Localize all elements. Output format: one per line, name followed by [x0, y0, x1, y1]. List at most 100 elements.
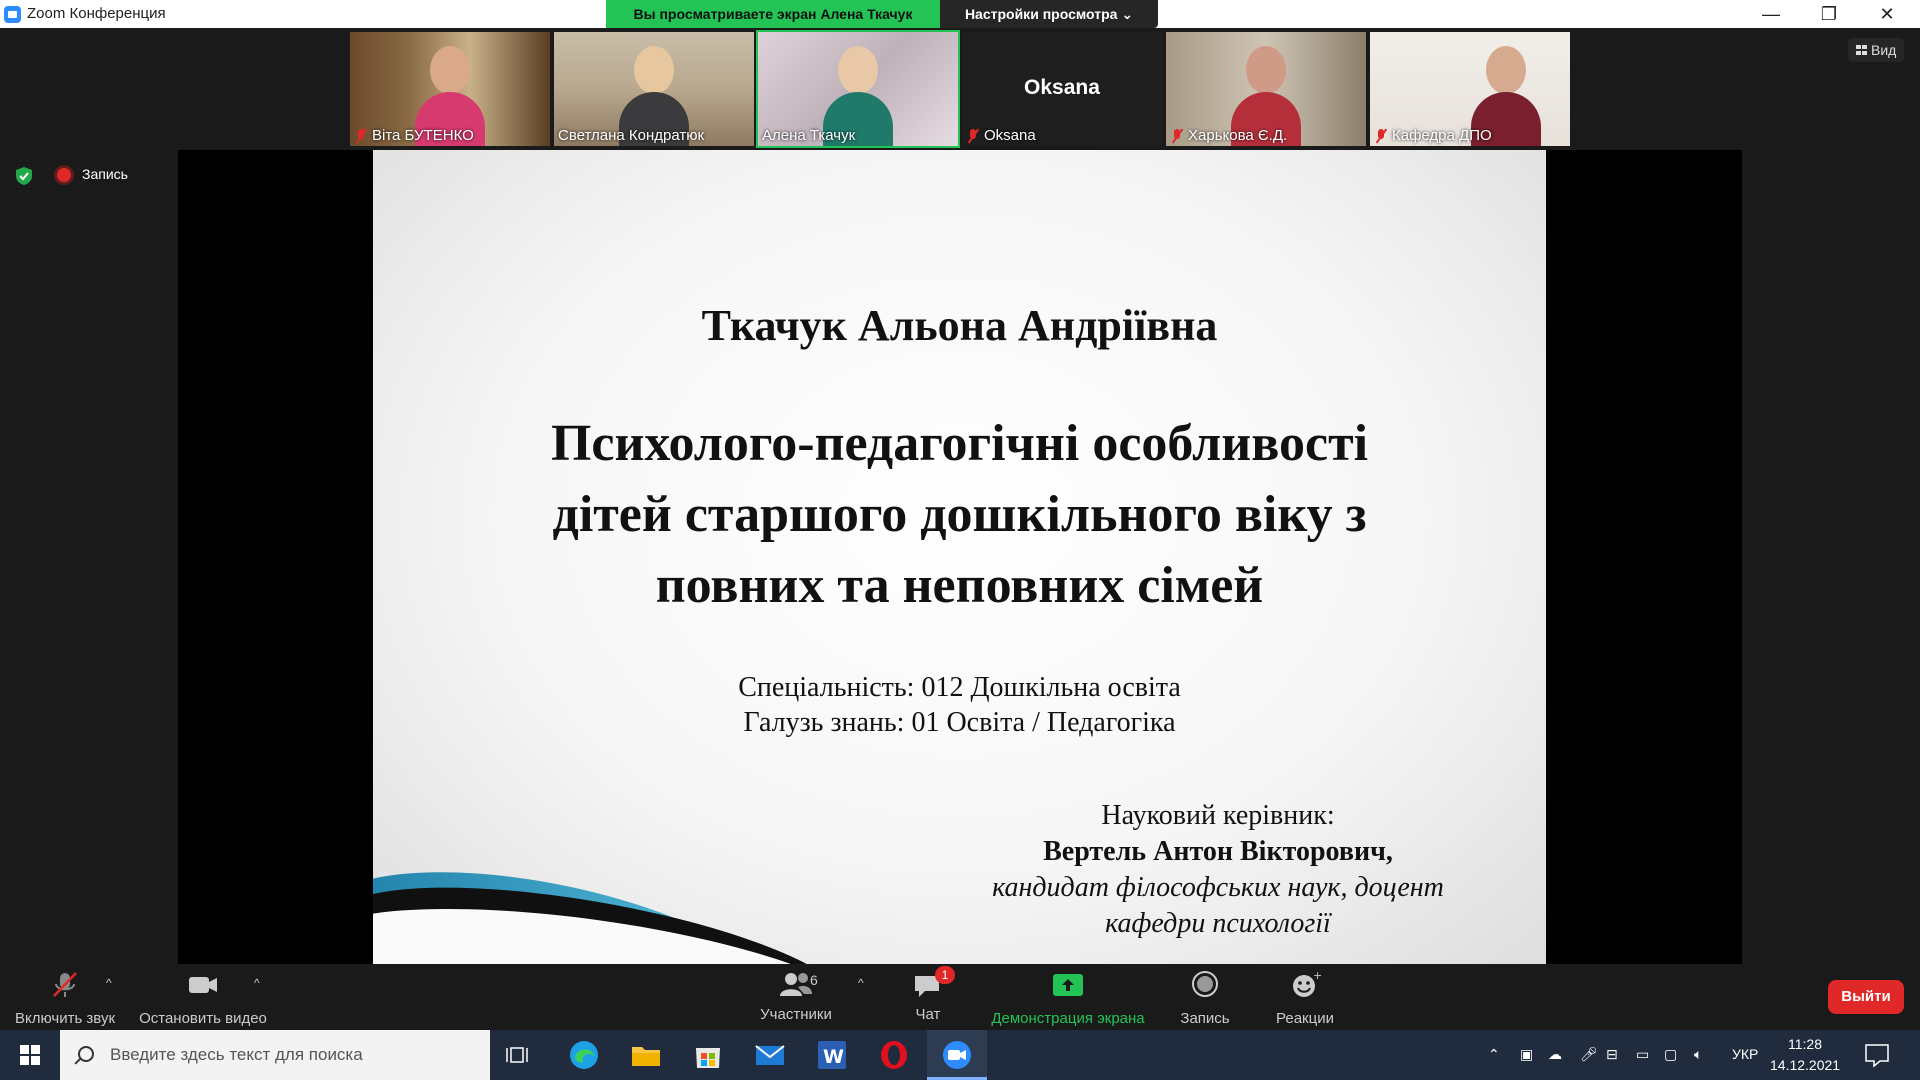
stop-video-label: Остановить видео	[139, 1010, 267, 1027]
participant-tile[interactable]: Харькова Є.Д.	[1166, 32, 1366, 146]
slide-specialty: Спеціальність: 012 Дошкільна освіта	[738, 672, 1181, 703]
participants-button[interactable]: 6 Участники	[750, 970, 842, 1023]
display-icon[interactable]: ▢	[1664, 1046, 1677, 1063]
mic-muted-icon	[1170, 128, 1184, 144]
smiley-icon: +	[1293, 969, 1322, 997]
zoom-icon	[943, 1041, 971, 1069]
restore-button[interactable]: ❐	[1800, 0, 1858, 28]
mic-muted-icon	[53, 972, 77, 997]
share-screen-label: Демонстрация экрана	[991, 1010, 1145, 1027]
view-settings-label: Настройки просмотра	[964, 6, 1118, 22]
unmute-button[interactable]: Включить звук	[8, 970, 122, 1027]
task-view-icon[interactable]	[502, 1038, 536, 1072]
participant-tile[interactable]: Светлана Кондратюк	[554, 32, 754, 146]
opera-browser-icon[interactable]	[877, 1038, 911, 1072]
microphone-icon[interactable]: 🎤︎	[1580, 1046, 1598, 1063]
participant-tile[interactable]: Віта БУТЕНКО	[350, 32, 550, 146]
mail-icon[interactable]	[753, 1038, 787, 1072]
tray-overflow-icon[interactable]: ⌃	[1488, 1046, 1500, 1063]
participant-name: Светлана Кондратюк	[558, 127, 705, 144]
reactions-button[interactable]: + Реакции	[1270, 969, 1340, 1027]
participants-options-caret-icon[interactable]: ^	[858, 976, 868, 990]
volume-icon[interactable]: 🔈︎	[1694, 1046, 1702, 1063]
reactions-label: Реакции	[1276, 1010, 1334, 1027]
video-options-caret-icon[interactable]: ^	[254, 976, 264, 990]
thesis-line: Психолого-педагогічні особливості	[550, 415, 1369, 472]
title-bar: Zoom Конференция Вы просматриваете экран…	[0, 0, 1920, 28]
leave-meeting-button[interactable]: Выйти	[1828, 980, 1904, 1014]
file-explorer-icon[interactable]	[629, 1038, 663, 1072]
microsoft-store-icon[interactable]	[691, 1038, 725, 1072]
recording-indicator-icon	[57, 168, 71, 182]
clock-time: 11:28	[1788, 1036, 1822, 1052]
record-button[interactable]: Запись	[1170, 970, 1240, 1027]
search-placeholder: Введите здесь текст для поиска	[110, 1045, 363, 1064]
participant-tile[interactable]: Oksana Oksana	[962, 32, 1162, 146]
clock-date: 14.12.2021	[1770, 1057, 1841, 1073]
mic-muted-icon	[354, 128, 368, 144]
battery-icon[interactable]: ▭	[1636, 1046, 1649, 1063]
record-label: Запись	[1180, 1010, 1230, 1027]
recording-label: Запись	[82, 166, 128, 182]
participant-tile[interactable]: Кафедра ДПО	[1370, 32, 1570, 146]
view-layout-button[interactable]: Вид	[1848, 38, 1905, 62]
slide-thesis-title: Психолого-педагогічні особливості дітей …	[373, 408, 1546, 621]
restore-icon: ❐	[1820, 4, 1838, 24]
edge-browser-icon[interactable]	[567, 1038, 601, 1072]
video-camera-icon	[189, 977, 217, 993]
slide-supervisor-block: Науковий керівник: Вертель Антон Вікторо…	[943, 798, 1493, 942]
view-settings-button[interactable]: Настройки просмотра ⌄	[940, 0, 1158, 28]
slide-specialty-block: Спеціальність: 012 Дошкільна освіта Галу…	[373, 670, 1546, 740]
search-icon	[78, 1046, 94, 1062]
meet-now-icon[interactable]: ▣	[1520, 1046, 1533, 1063]
thesis-line: повних та неповних сімей	[655, 557, 1264, 614]
screen-share-banner: Вы просматриваете экран Алена Ткачук	[606, 0, 940, 28]
participant-name: Oksana	[984, 127, 1036, 144]
participant-name: Кафедра ДПО	[1392, 127, 1492, 144]
minimize-button[interactable]: —	[1742, 0, 1800, 28]
close-icon: ✕	[1879, 4, 1895, 24]
svg-text:+: +	[1313, 970, 1322, 982]
clock[interactable]: 11:28 14.12.2021	[1770, 1034, 1840, 1076]
presentation-slide: Ткачук Альона Андріївна Психолого-педаго…	[373, 150, 1546, 964]
meeting-toolbar: Включить звук ^ Остановить видео ^ 6 Уча…	[0, 964, 1920, 1030]
mic-muted-icon	[966, 128, 980, 144]
zoom-taskbar-button[interactable]	[927, 1030, 987, 1080]
word-icon[interactable]: W	[815, 1038, 849, 1072]
stop-video-button[interactable]: Остановить видео	[136, 970, 270, 1027]
zoom-app-icon	[4, 6, 21, 23]
participant-name: Алена Ткачук	[762, 127, 856, 144]
audio-options-caret-icon[interactable]: ^	[106, 976, 116, 990]
supervisor-label: Науковий керівник:	[1101, 800, 1335, 831]
minimize-icon: —	[1762, 4, 1780, 24]
start-button[interactable]	[0, 1030, 60, 1080]
chat-unread-badge: 1	[935, 966, 955, 984]
slide-author: Ткачук Альона Андріївна	[701, 301, 1218, 350]
shield-icon[interactable]	[14, 166, 34, 186]
onedrive-icon[interactable]: ☁	[1548, 1046, 1562, 1063]
record-icon	[1192, 971, 1218, 997]
network-icon[interactable]: ⊟	[1606, 1046, 1618, 1063]
participants-count: 6	[810, 972, 818, 988]
chat-button[interactable]: 1 Чат	[900, 966, 956, 1023]
mic-muted-icon	[1374, 128, 1388, 144]
language-indicator[interactable]: УКР	[1732, 1046, 1758, 1062]
notifications-icon[interactable]	[1862, 1040, 1892, 1070]
taskbar-search-box[interactable]: Введите здесь текст для поиска	[60, 1030, 490, 1080]
unmute-label: Включить звук	[14, 1010, 116, 1027]
slide-field: Галузь знань: 01 Освіта / Педагогіка	[743, 707, 1176, 738]
chat-label: Чат	[915, 1006, 941, 1023]
close-button[interactable]: ✕	[1858, 0, 1916, 28]
participants-label: Участники	[760, 1006, 832, 1023]
chevron-down-icon: ⌄	[1121, 6, 1134, 22]
grid-icon	[1856, 45, 1867, 55]
window-title: Zoom Конференция	[27, 5, 166, 22]
svg-text:W: W	[823, 1046, 844, 1068]
supervisor-name: Вертель Антон Вікторович,	[1043, 836, 1393, 867]
view-label: Вид	[1871, 42, 1897, 58]
participant-tile-active-speaker[interactable]: Алена Ткачук	[756, 30, 960, 148]
share-screen-button[interactable]: Демонстрация экрана	[984, 970, 1152, 1027]
supervisor-department: кафедри психології	[1105, 908, 1331, 939]
participants-icon	[780, 973, 812, 996]
windows-taskbar: Введите здесь текст для поиска W ⌃ ▣ ☁ 🎤…	[0, 1030, 1920, 1080]
